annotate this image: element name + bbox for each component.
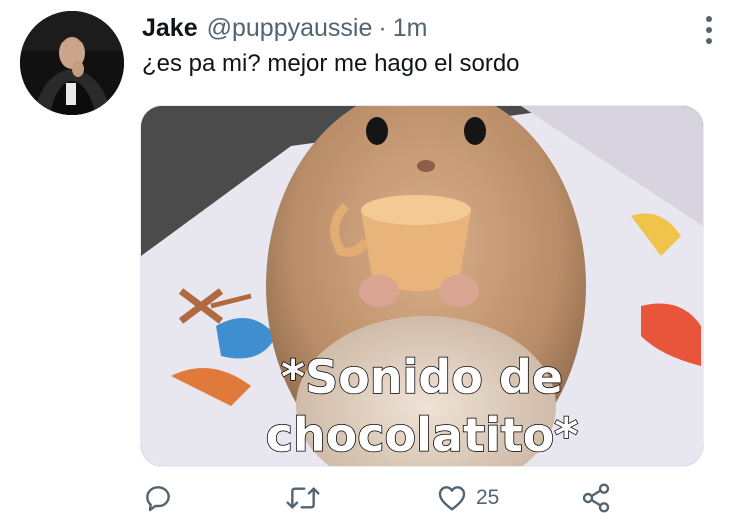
heart-icon <box>438 486 466 511</box>
avatar-image <box>20 11 124 115</box>
reply-button[interactable] <box>142 478 174 518</box>
separator-dot: · <box>378 14 387 42</box>
share-icon <box>582 483 610 513</box>
tweet-text: ¿es pa mi? mejor me hago el sordo <box>142 50 520 77</box>
tweet-timestamp[interactable]: 1m <box>393 14 428 43</box>
more-options-button[interactable] <box>697 13 721 47</box>
retweet-button[interactable] <box>284 478 322 518</box>
share-button[interactable] <box>580 478 612 518</box>
tweet-header: Jake @puppyaussie · 1m <box>142 14 427 44</box>
avatar[interactable] <box>20 11 124 115</box>
meme-caption-line1: *Sonido de <box>281 350 563 404</box>
tweet-media[interactable]: *Sonido de chocolatito* <box>140 105 704 467</box>
retweet-icon <box>286 487 320 509</box>
meme-caption-line2: chocolatito* <box>266 408 579 462</box>
like-button[interactable]: 25 <box>436 478 499 518</box>
reply-icon <box>146 486 170 512</box>
author-handle[interactable]: @puppyaussie <box>207 14 373 43</box>
more-vertical-icon <box>706 16 712 44</box>
hamster-meme-image: *Sonido de chocolatito* <box>141 106 703 466</box>
tweet-actions: 25 <box>0 478 750 522</box>
author-name[interactable]: Jake <box>142 14 198 43</box>
like-count: 25 <box>476 486 500 509</box>
